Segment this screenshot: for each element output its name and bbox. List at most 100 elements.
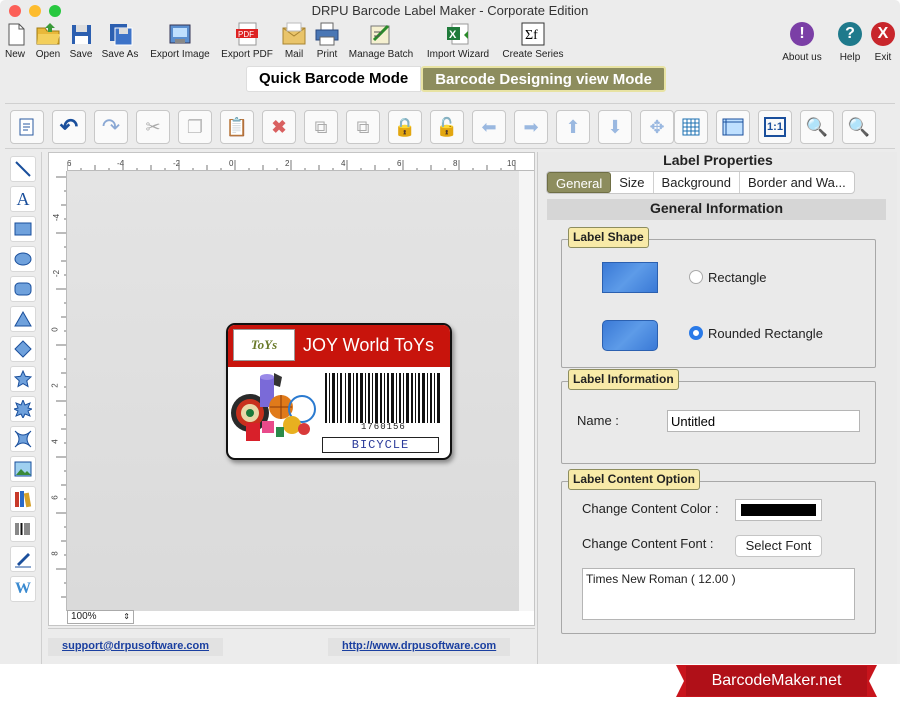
svg-text:X: X — [449, 29, 457, 41]
toys-image[interactable] — [230, 371, 318, 447]
send-to-back-icon: ⧉ — [356, 116, 370, 137]
tab-size[interactable]: Size — [611, 172, 654, 193]
diamond-tool[interactable] — [10, 336, 36, 362]
triangle-tool[interactable] — [10, 306, 36, 332]
tab-background[interactable]: Background — [654, 172, 740, 193]
select-font-button[interactable]: Select Font — [735, 535, 822, 557]
ruler-h-marks — [67, 160, 516, 170]
line-tool[interactable] — [10, 156, 36, 182]
exit-button[interactable]: X Exit — [869, 22, 897, 63]
ruler-button[interactable] — [716, 110, 750, 144]
minimize-window-button[interactable] — [29, 5, 41, 17]
rounded-rectangle-tool[interactable] — [10, 276, 36, 302]
scissors-icon: ✂ — [145, 116, 161, 137]
manage-batch-button[interactable]: Manage Batch — [346, 22, 416, 60]
copy-button[interactable]: ❐ — [178, 110, 212, 144]
ellipse-icon — [14, 252, 32, 266]
move-left-button[interactable]: ⬅ — [472, 110, 506, 144]
help-button[interactable]: ? Help — [836, 22, 864, 63]
save-as-button[interactable]: Save As — [99, 22, 141, 60]
website-link[interactable]: http://www.drpusoftware.com — [328, 638, 511, 656]
move-down-button[interactable]: ⬇ — [598, 110, 632, 144]
rounded-rectangle-radio[interactable] — [689, 326, 703, 340]
library-tool[interactable] — [10, 486, 36, 512]
barcode-tool[interactable] — [10, 516, 36, 542]
export-pdf-button[interactable]: PDF Export PDF — [219, 22, 275, 60]
move-up-button[interactable]: ⬆ — [556, 110, 590, 144]
zoom-select[interactable]: 100% ⇕ — [67, 610, 134, 624]
signature-tool[interactable] — [10, 546, 36, 572]
open-label: Open — [35, 49, 61, 60]
mail-label: Mail — [284, 49, 304, 60]
tab-general[interactable]: General — [547, 172, 612, 193]
watermark-icon: W — [15, 580, 31, 597]
star-icon — [14, 370, 32, 388]
import-wizard-button[interactable]: X Import Wizard — [422, 22, 494, 60]
sigma-icon: Σf — [520, 22, 546, 46]
vertical-scrollbar[interactable] — [519, 171, 534, 611]
concave-star-icon — [14, 430, 32, 448]
undo-icon: ↶ — [59, 114, 79, 139]
center-button[interactable]: ✥ — [640, 110, 674, 144]
unlock-button[interactable]: 🔓 — [430, 110, 464, 144]
label-logo[interactable]: ToYs — [233, 329, 295, 361]
label-content-option-group: Label Content Option Change Content Colo… — [561, 469, 876, 634]
mail-button[interactable]: Mail — [281, 22, 307, 60]
actual-size-button[interactable]: 1:1 — [758, 110, 792, 144]
zoom-out-button[interactable]: 🔍 — [842, 110, 876, 144]
close-window-button[interactable] — [9, 5, 21, 17]
zoom-window-button[interactable] — [49, 5, 61, 17]
rounded-rectangle-label: Rounded Rectangle — [708, 326, 823, 341]
label-title[interactable]: JOY World ToYs — [303, 335, 434, 356]
open-button[interactable]: Open — [33, 22, 63, 60]
label-caption[interactable]: BICYCLE — [322, 437, 439, 453]
lock-button[interactable]: 🔒 — [388, 110, 422, 144]
ruler-v-tick: -2 — [52, 269, 62, 278]
export-image-button[interactable]: Export Image — [147, 22, 213, 60]
burst-tool[interactable] — [10, 396, 36, 422]
edit-label-button[interactable] — [10, 110, 44, 144]
print-button[interactable]: Print — [313, 22, 341, 60]
label-name-field[interactable] — [667, 410, 860, 432]
barcode-image[interactable] — [323, 373, 443, 423]
rectangle-radio[interactable] — [689, 270, 703, 284]
arrow-up-icon: ⬆ — [565, 116, 581, 137]
about-us-button[interactable]: ! About us — [779, 22, 825, 63]
content-color-picker[interactable] — [735, 499, 822, 521]
cut-button[interactable]: ✂ — [136, 110, 170, 144]
label-header: ToYs JOY World ToYs — [228, 325, 450, 367]
ellipse-tool[interactable] — [10, 246, 36, 272]
import-wizard-label: Import Wizard — [426, 49, 490, 60]
support-email-link[interactable]: support@drpusoftware.com — [48, 638, 224, 656]
watermark-tool[interactable]: W — [10, 576, 36, 602]
barcode-number[interactable]: 1760156 — [361, 422, 406, 432]
send-back-button[interactable]: ⧉ — [346, 110, 380, 144]
text-tool[interactable]: A — [10, 186, 36, 212]
barcode-label[interactable]: ToYs JOY World ToYs 1760156 BICYCLE — [226, 323, 452, 460]
move-right-button[interactable]: ➡ — [514, 110, 548, 144]
concave-shape-tool[interactable] — [10, 426, 36, 452]
save-button[interactable]: Save — [66, 22, 96, 60]
zoom-in-button[interactable]: 🔍 — [800, 110, 834, 144]
tab-border-and-watermark[interactable]: Border and Wa... — [740, 172, 854, 193]
printer-icon — [314, 22, 340, 46]
grid-button[interactable] — [674, 110, 708, 144]
redo-button[interactable]: ↷ — [94, 110, 128, 144]
app-window: DRPU Barcode Label Maker - Corporate Edi… — [0, 0, 900, 664]
burst-icon — [14, 400, 32, 418]
star-tool[interactable] — [10, 366, 36, 392]
quick-barcode-mode-tab[interactable]: Quick Barcode Mode — [246, 66, 422, 92]
create-series-button[interactable]: Σf Create Series — [500, 22, 566, 60]
undo-button[interactable]: ↶ — [52, 110, 86, 144]
paste-button[interactable]: 📋 — [220, 110, 254, 144]
new-button[interactable]: New — [3, 22, 27, 60]
floppy-disk-icon — [68, 22, 94, 46]
bring-front-button[interactable]: ⧉ — [304, 110, 338, 144]
delete-button[interactable]: ✖ — [262, 110, 296, 144]
barcode-designing-mode-tab[interactable]: Barcode Designing view Mode — [421, 66, 666, 92]
image-tool[interactable] — [10, 456, 36, 482]
pdf-icon: PDF — [234, 22, 260, 46]
arrow-right-icon: ➡ — [523, 116, 539, 137]
font-display-field[interactable]: Times New Roman ( 12.00 ) — [582, 568, 855, 620]
rectangle-tool[interactable] — [10, 216, 36, 242]
